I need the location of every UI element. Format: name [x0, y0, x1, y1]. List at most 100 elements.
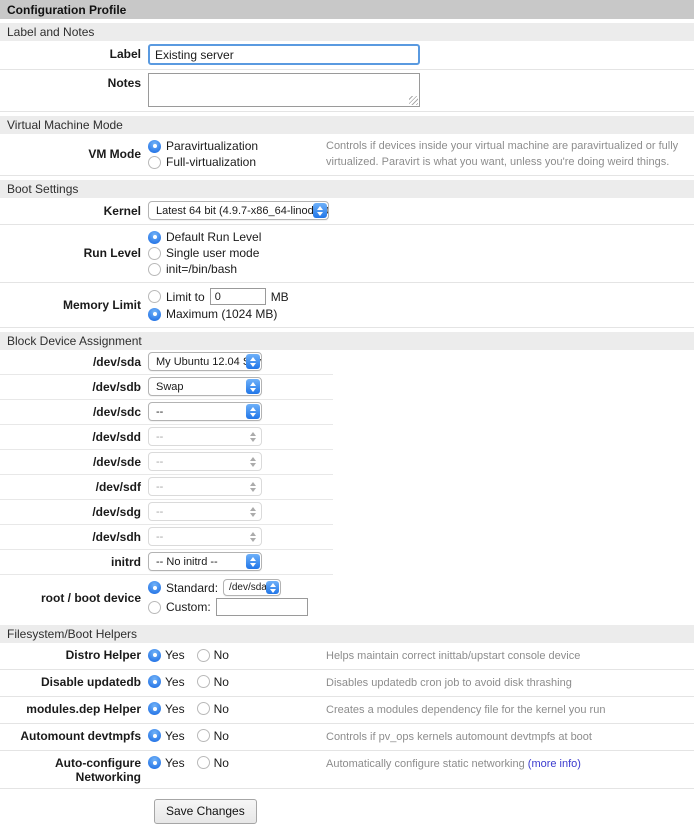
select-value: Swap — [156, 381, 184, 393]
yes-label: Yes — [165, 756, 185, 770]
radio-icon[interactable] — [148, 156, 161, 169]
more-info-link[interactable]: (more info) — [528, 758, 581, 770]
device-label: /dev/sda — [0, 352, 148, 369]
radio-icon[interactable] — [197, 649, 210, 662]
notes-textarea[interactable] — [148, 73, 420, 107]
sdd-select[interactable]: -- — [148, 427, 262, 446]
sdg-select[interactable]: -- — [148, 502, 262, 521]
memory-limit-option-maximum[interactable]: Maximum (1024 MB) — [148, 307, 408, 321]
radio-selected-icon[interactable] — [148, 649, 161, 662]
select-value: -- — [156, 456, 163, 468]
label-input[interactable] — [148, 44, 420, 65]
vm-mode-option-full-virtualization[interactable]: Full-virtualization — [148, 155, 326, 169]
root-boot-device-label: root / boot device — [0, 591, 148, 605]
select-stepper-icon — [246, 454, 260, 469]
memory-limit-option-limit-to[interactable]: Limit to MB — [148, 288, 408, 305]
option-label: Custom: — [166, 600, 211, 614]
vm-mode-row: VM Mode Paravirtualization Full-virtuali… — [0, 134, 694, 176]
sdh-select[interactable]: -- — [148, 527, 262, 546]
radio-selected-icon[interactable] — [148, 581, 161, 594]
yes-label: Yes — [165, 729, 185, 743]
memory-limit-unit: MB — [271, 290, 289, 304]
automount-devtmpfs-row: Automount devtmpfs Yes No Controls if pv… — [0, 724, 694, 751]
select-value: -- — [156, 506, 163, 518]
root-device-option-custom[interactable]: Custom: — [148, 598, 326, 616]
helper-label: Disable updatedb — [0, 674, 148, 689]
block-device-row-sda: /dev/sda My Ubuntu 12.04 Server — [0, 350, 333, 374]
helper-help-text: Automatically configure static networkin… — [326, 755, 688, 773]
sdb-select[interactable]: Swap — [148, 377, 262, 396]
device-label: /dev/sdh — [0, 527, 148, 544]
block-device-row-sde: /dev/sde -- — [0, 450, 333, 474]
sdc-select[interactable]: -- — [148, 402, 262, 421]
sde-select[interactable]: -- — [148, 452, 262, 471]
memory-limit-label: Memory Limit — [0, 298, 148, 312]
radio-selected-icon[interactable] — [148, 231, 161, 244]
section-label-and-notes: Label and Notes — [0, 23, 694, 41]
device-label: /dev/sdd — [0, 427, 148, 444]
initrd-label: initrd — [0, 552, 148, 569]
memory-limit-input[interactable] — [210, 288, 266, 305]
radio-icon[interactable] — [197, 702, 210, 715]
sda-select[interactable]: My Ubuntu 12.04 Server — [148, 352, 262, 371]
run-level-row: Run Level Default Run Level Single user … — [0, 225, 694, 283]
helper-label: modules.dep Helper — [0, 701, 148, 716]
radio-selected-icon[interactable] — [148, 756, 161, 769]
radio-selected-icon[interactable] — [148, 729, 161, 742]
vm-mode-label: VM Mode — [0, 147, 148, 161]
helper-label: Automount devtmpfs — [0, 728, 148, 743]
initrd-row: initrd -- No initrd -- — [0, 550, 333, 574]
helper-help-text: Controls if pv_ops kernels automount dev… — [326, 728, 688, 746]
select-value: -- — [156, 531, 163, 543]
initrd-select[interactable]: -- No initrd -- — [148, 552, 262, 571]
vm-mode-option-paravirtualization[interactable]: Paravirtualization — [148, 139, 326, 153]
root-device-option-standard[interactable]: Standard: /dev/sda — [148, 579, 326, 596]
no-label: No — [214, 648, 229, 662]
helper-help-text: Creates a modules dependency file for th… — [326, 701, 688, 719]
run-level-option-init-bash[interactable]: init=/bin/bash — [148, 262, 326, 276]
kernel-select[interactable]: Latest 64 bit (4.9.7-x86_64-linode80) — [148, 201, 329, 220]
radio-icon[interactable] — [197, 729, 210, 742]
radio-icon[interactable] — [148, 247, 161, 260]
block-device-row-sdf: /dev/sdf -- — [0, 475, 333, 499]
run-level-option-default[interactable]: Default Run Level — [148, 230, 326, 244]
standard-device-select[interactable]: /dev/sda — [223, 579, 281, 596]
radio-icon[interactable] — [148, 601, 161, 614]
block-device-row-sdg: /dev/sdg -- — [0, 500, 333, 524]
select-stepper-icon — [246, 479, 260, 494]
radio-icon[interactable] — [197, 756, 210, 769]
block-device-row-sdh: /dev/sdh -- — [0, 525, 333, 549]
run-level-label: Run Level — [0, 246, 148, 260]
no-label: No — [214, 756, 229, 770]
run-level-option-single-user[interactable]: Single user mode — [148, 246, 326, 260]
helper-label: Auto-configure Networking — [0, 755, 148, 784]
no-label: No — [214, 729, 229, 743]
label-row: Label — [0, 41, 694, 70]
section-filesystem-boot-helpers: Filesystem/Boot Helpers — [0, 625, 694, 643]
radio-selected-icon[interactable] — [148, 308, 161, 321]
modules-dep-helper-row: modules.dep Helper Yes No Creates a modu… — [0, 697, 694, 724]
radio-icon[interactable] — [148, 290, 161, 303]
label-field-label: Label — [0, 44, 148, 61]
select-stepper-icon — [246, 504, 260, 519]
custom-device-input[interactable] — [216, 598, 308, 616]
select-value: -- — [156, 406, 163, 418]
section-virtual-machine-mode: Virtual Machine Mode — [0, 116, 694, 134]
notes-row: Notes — [0, 70, 694, 112]
save-changes-button[interactable]: Save Changes — [154, 799, 257, 824]
root-boot-device-row: root / boot device Standard: /dev/sda Cu… — [0, 575, 694, 621]
radio-icon[interactable] — [148, 263, 161, 276]
select-stepper-icon — [266, 581, 279, 594]
section-boot-settings: Boot Settings — [0, 180, 694, 198]
device-label: /dev/sde — [0, 452, 148, 469]
select-value: -- — [156, 481, 163, 493]
select-stepper-icon — [246, 429, 260, 444]
kernel-label: Kernel — [0, 201, 148, 218]
select-stepper-icon — [246, 404, 260, 419]
kernel-row: Kernel Latest 64 bit (4.9.7-x86_64-linod… — [0, 198, 694, 225]
sdf-select[interactable]: -- — [148, 477, 262, 496]
block-device-row-sdd: /dev/sdd -- — [0, 425, 333, 449]
radio-selected-icon[interactable] — [148, 702, 161, 715]
radio-selected-icon[interactable] — [148, 140, 161, 153]
device-label: /dev/sdb — [0, 377, 148, 394]
